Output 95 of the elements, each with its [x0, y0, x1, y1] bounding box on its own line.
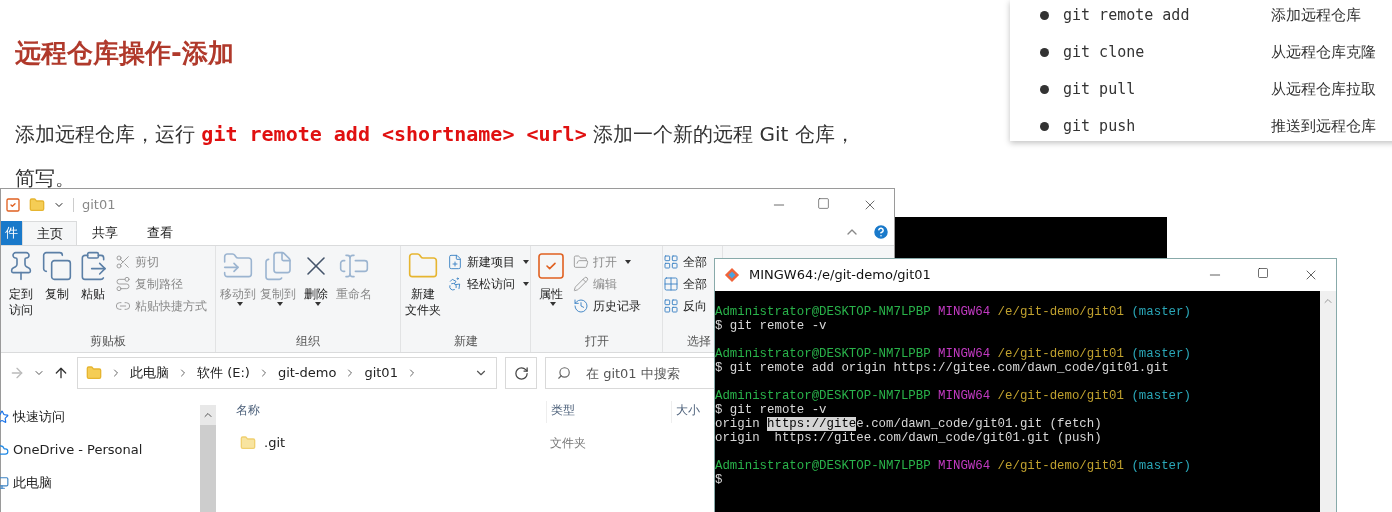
ribbon-tab[interactable]: 查看	[132, 221, 187, 245]
command-description: 添加远程仓库	[1271, 4, 1361, 26]
prompt-line: Administrator@DESKTOP-NM7LPBP MINGW64 /e/git-demo/git01 (master)	[715, 389, 1192, 403]
scrollbar[interactable]	[200, 405, 216, 512]
address-bar[interactable]: 此电脑 软件 (E:) git-demo git01	[77, 357, 497, 389]
dropdown-caret-icon	[523, 260, 529, 264]
slide-heading: 远程仓库操作-添加	[15, 37, 234, 70]
command-line: $ git remote -v	[715, 403, 828, 417]
ribbon-group-label: 选择	[686, 333, 712, 350]
column-header[interactable]: 大小	[671, 401, 707, 423]
maximize-icon[interactable]	[1257, 267, 1269, 279]
ribbon-tab[interactable]: 共享	[77, 221, 132, 245]
breadcrumb[interactable]: 软件 (E:)	[197, 363, 250, 383]
ribbon-button[interactable]: 粘贴	[75, 250, 111, 302]
column-header[interactable]: 类型	[546, 401, 671, 423]
breadcrumb[interactable]: git01	[364, 363, 398, 383]
dropdown-caret-icon	[237, 302, 243, 306]
command: git remote add	[1063, 4, 1191, 26]
window-title: MINGW64:/e/git-demo/git01	[749, 266, 931, 285]
ribbon-button[interactable]: 新建项目	[447, 254, 529, 270]
grid-icon	[663, 298, 679, 314]
maximize-icon[interactable]	[817, 197, 830, 210]
forward-icon[interactable]	[9, 365, 25, 381]
command: git clone	[1063, 41, 1146, 63]
command-description: 从远程仓库克隆	[1271, 41, 1376, 63]
checkbox-icon	[535, 250, 567, 282]
ribbon-button[interactable]: 复制	[39, 250, 75, 302]
slide-paragraph: 添加远程仓库，运行 git remote add <shortname> <url> 添加一个新的远程 Git 仓库， 简写。	[15, 121, 856, 192]
ribbon-button[interactable]: 属性	[533, 250, 569, 306]
folder-icon	[86, 365, 102, 381]
bullet-icon	[1040, 47, 1049, 57]
ribbon-button[interactable]: 定到 访问	[3, 250, 39, 318]
prompt-line: Administrator@DESKTOP-NM7LPBP MINGW64 /e/git-demo/git01 (master)	[715, 305, 1192, 319]
new-file-icon	[447, 254, 463, 270]
accessibility-icon	[447, 276, 463, 292]
open-folder-icon	[573, 254, 589, 270]
path-icon	[115, 276, 131, 292]
refresh-icon	[513, 365, 529, 381]
command-line: $	[715, 473, 724, 487]
command-description: 从远程仓库拉取	[1271, 78, 1376, 100]
breadcrumb[interactable]: 此电脑	[130, 363, 169, 383]
nav-item[interactable]: OneDrive - Personal	[0, 438, 200, 461]
prompt-line: Administrator@DESKTOP-NM7LPBP MINGW64 /e/git-demo/git01 (master)	[715, 459, 1192, 473]
ribbon-group-label: 打开	[584, 333, 609, 350]
bullet-icon	[1040, 121, 1049, 131]
file-row[interactable]: .git 文件夹	[236, 431, 676, 455]
ribbon-button[interactable]: 全部	[663, 276, 707, 292]
ribbon-group-label: 组织	[296, 333, 320, 350]
ribbon-button[interactable]: 全部	[663, 254, 707, 270]
command-description: 推送到远程仓库	[1271, 115, 1376, 137]
up-icon[interactable]	[53, 365, 69, 381]
file-type: 文件夹	[549, 435, 586, 452]
search-icon	[557, 366, 571, 380]
ribbon-tab[interactable]: 主页	[22, 221, 77, 245]
file-tab[interactable]: 件	[1, 221, 22, 245]
files-icon	[262, 250, 294, 282]
breadcrumb[interactable]: git-demo	[277, 363, 337, 383]
properties-icon[interactable]	[5, 197, 21, 213]
dropdown-caret-icon	[277, 302, 283, 306]
bullet-icon	[1040, 84, 1049, 94]
help-icon[interactable]	[872, 223, 890, 241]
nav-item[interactable]: 此电脑	[0, 471, 200, 494]
history-icon	[573, 298, 589, 314]
ribbon-button[interactable]: 反向	[663, 298, 707, 314]
ribbon-group-label: 新建	[453, 333, 478, 350]
command: git pull	[1063, 78, 1137, 100]
ribbon-button[interactable]: 轻松访问	[447, 276, 529, 292]
dropdown-caret-icon	[315, 302, 321, 306]
prompt-line: Administrator@DESKTOP-NM7LPBP MINGW64 /e/git-demo/git01 (master)	[715, 347, 1192, 361]
folder-icon	[240, 435, 256, 451]
nav-item[interactable]: 快速访问	[0, 405, 200, 428]
grid-icon	[663, 276, 679, 292]
bullet-icon	[1040, 10, 1049, 20]
folder-icon[interactable]	[29, 197, 45, 213]
grid-icon	[663, 254, 679, 270]
file-name: .git	[264, 434, 286, 453]
scrollbar[interactable]	[1320, 291, 1336, 512]
output-line: origin https://gitee.com/dawn_code/git01.git (fetch)	[715, 417, 1103, 431]
ribbon-button[interactable]: 历史记录	[573, 298, 641, 314]
pencil-icon	[573, 276, 589, 292]
scissors-icon	[115, 254, 131, 270]
output-line: origin https://gitee.com/dawn_code/git01.git (push)	[715, 431, 1103, 445]
dropdown-caret-icon	[523, 282, 529, 286]
ribbon-button[interactable]: 删除	[298, 250, 334, 306]
refresh-button[interactable]	[505, 357, 537, 389]
command: git push	[1063, 115, 1137, 137]
ribbon-group-label: 剪贴板	[90, 333, 126, 350]
copy-icon	[41, 250, 73, 282]
window-title: git01	[82, 196, 116, 215]
column-header[interactable]: 名称	[236, 401, 546, 423]
dropdown-caret-icon	[625, 260, 631, 264]
command-line: $ git remote add origin https://gitee.com/dawn_code/git01.git	[715, 361, 1170, 375]
dropdown-caret-icon	[550, 302, 556, 306]
ribbon-button[interactable]: 新建 文件夹	[403, 250, 443, 318]
command-line: $ git remote -v	[715, 319, 828, 333]
